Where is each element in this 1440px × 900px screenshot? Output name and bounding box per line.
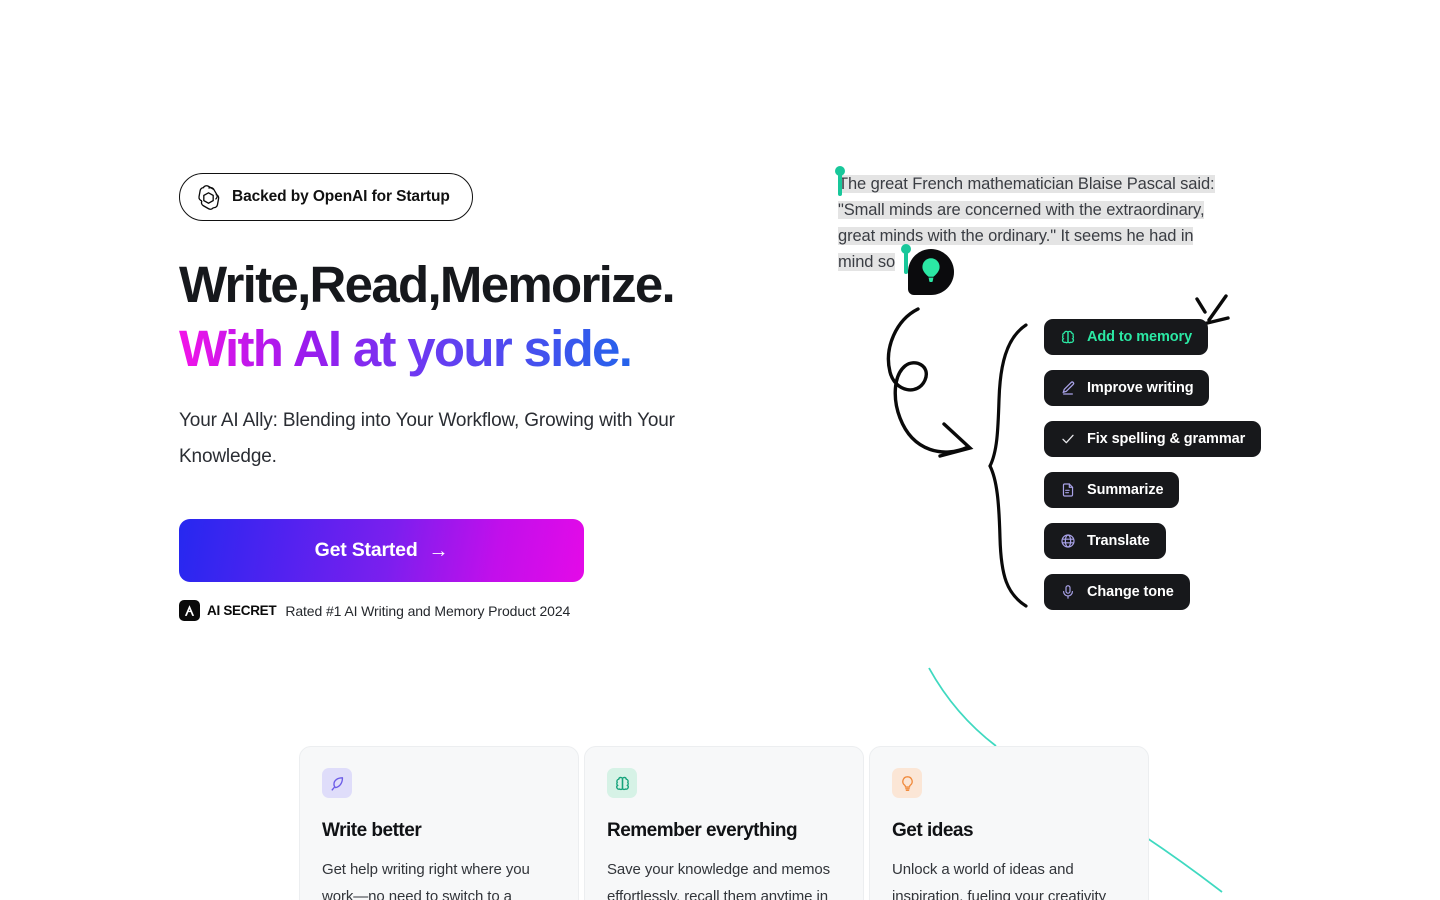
ai-action-menu[interactable]: Add to memory Improve writing Fix spelli… <box>1044 319 1262 625</box>
hero-subtitle: Your AI Ally: Blending into Your Workflo… <box>179 410 675 467</box>
microphone-icon <box>1060 584 1076 600</box>
editor-line-text: "Small minds are concerned with the extr… <box>838 201 1205 219</box>
card-title: Write better <box>322 820 422 841</box>
editor-line-text: The great French mathematician Blaise Pa… <box>838 175 1215 193</box>
document-icon <box>1060 482 1076 498</box>
menu-item-add-to-memory[interactable]: Add to memory <box>1044 319 1209 355</box>
editor-line: mind so <box>838 249 1258 275</box>
card-body: Save your knowledge and memos effortless… <box>607 861 831 900</box>
brain-icon <box>1060 329 1076 345</box>
rating-brand-label: AI SECRET <box>207 603 277 618</box>
brain-icon <box>607 768 637 798</box>
menu-item-fix-spelling-grammar[interactable]: Fix spelling & grammar <box>1044 421 1262 457</box>
card-title: Remember everything <box>607 820 798 841</box>
landing-page: Backed by OpenAI for Startup Write,Read,… <box>0 0 1440 900</box>
card-title: Get ideas <box>892 820 974 841</box>
rating-text: Rated #1 AI Writing and Memory Product 2… <box>285 602 571 619</box>
check-icon <box>1060 431 1076 447</box>
lightbulb-icon <box>892 768 922 798</box>
headline-line-2: With AI at your side. <box>179 320 633 377</box>
menu-item-label: Summarize <box>1087 482 1164 498</box>
menu-item-translate[interactable]: Translate <box>1044 523 1166 559</box>
ai-secret-logo-icon <box>179 600 200 621</box>
hand-drawn-curly-brace <box>988 323 1028 608</box>
card-body: Get help writing right where you work—no… <box>322 861 530 900</box>
menu-item-label: Improve writing <box>1087 380 1194 396</box>
card-body: Unlock a world of ideas and inspiration,… <box>892 861 1107 900</box>
editor-line: "Small minds are concerned with the extr… <box>838 197 1258 223</box>
menu-item-change-tone[interactable]: Change tone <box>1044 574 1190 610</box>
selection-handle-start[interactable] <box>835 166 845 196</box>
editor-line-text: mind so <box>838 253 896 271</box>
headline-line-1: Write,Read,Memorize. <box>179 256 676 313</box>
pen-edit-icon <box>1060 380 1076 396</box>
hot-air-balloon-icon <box>919 257 943 288</box>
hero-left-column: Backed by OpenAI for Startup Write,Read,… <box>179 173 819 621</box>
menu-item-summarize[interactable]: Summarize <box>1044 472 1180 508</box>
globe-icon <box>1060 533 1076 549</box>
backed-by-badge[interactable]: Backed by OpenAI for Startup <box>179 173 473 221</box>
collaborator-cursor <box>908 249 954 295</box>
feather-quill-icon <box>322 768 352 798</box>
get-started-button[interactable]: Get Started → <box>179 519 584 582</box>
arrow-right-icon: → <box>428 539 449 562</box>
editor-line-text: great minds with the ordinary." It seems… <box>838 227 1194 245</box>
feature-card-remember-everything: Remember everything Save your knowledge … <box>584 746 864 900</box>
badge-label: Backed by OpenAI for Startup <box>232 188 450 205</box>
feature-cards: Write better Get help writing right wher… <box>299 746 1149 900</box>
menu-item-improve-writing[interactable]: Improve writing <box>1044 370 1210 406</box>
menu-item-label: Add to memory <box>1087 329 1193 345</box>
menu-item-label: Fix spelling & grammar <box>1087 431 1246 447</box>
feature-card-write-better: Write better Get help writing right wher… <box>299 746 579 900</box>
menu-item-label: Change tone <box>1087 584 1174 600</box>
hand-drawn-looping-arrow <box>886 307 974 458</box>
get-started-label: Get Started <box>314 539 418 561</box>
editor-line: The great French mathematician Blaise Pa… <box>838 171 1258 197</box>
text-editor-preview[interactable]: The great French mathematician Blaise Pa… <box>835 166 1258 275</box>
rating-row: AI SECRET Rated #1 AI Writing and Memory… <box>179 600 819 621</box>
page-title: Write,Read,Memorize. With AI at your sid… <box>179 253 819 381</box>
openai-logo-icon <box>196 184 221 210</box>
menu-item-label: Translate <box>1087 533 1150 549</box>
feature-card-get-ideas: Get ideas Unlock a world of ideas and in… <box>869 746 1149 900</box>
